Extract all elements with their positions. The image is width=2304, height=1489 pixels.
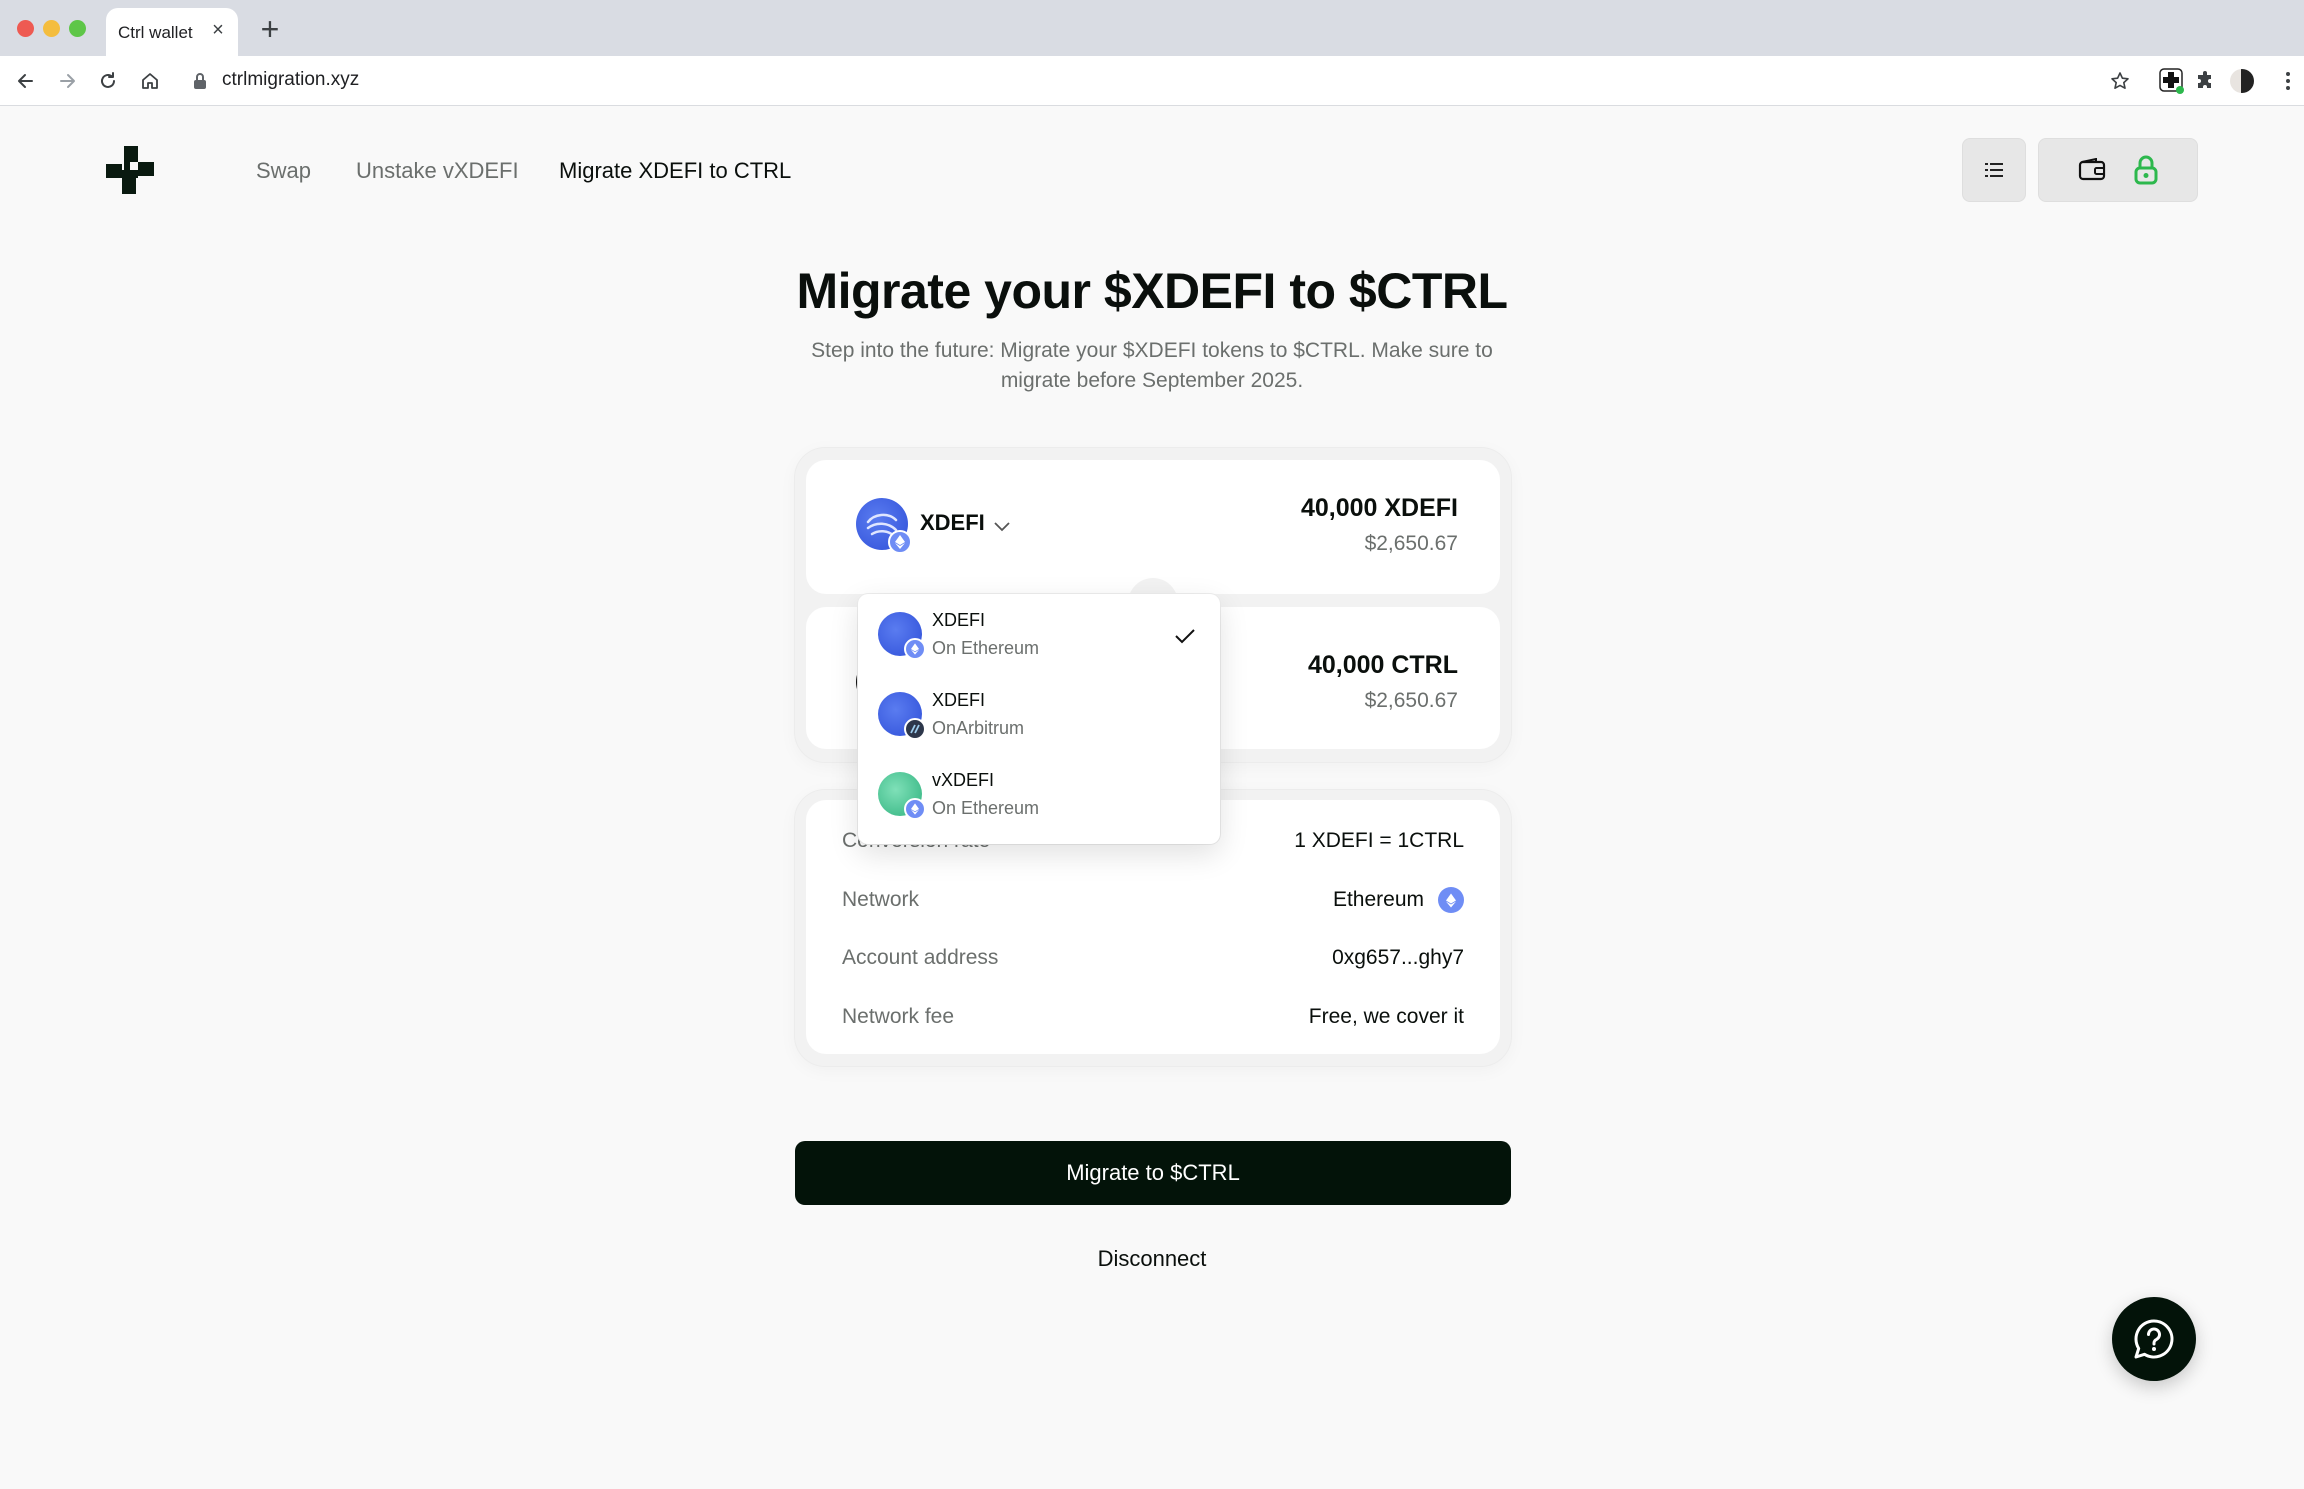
wallet-icon — [2078, 158, 2106, 181]
token-option-network: On Ethereum — [932, 798, 1040, 818]
account-address-row: Account address 0xg657...ghy7 — [842, 943, 1464, 973]
ethereum-badge-icon — [904, 638, 926, 660]
window-close-button[interactable] — [17, 20, 34, 37]
tab-close-icon[interactable]: × — [206, 18, 230, 42]
account-address-value: 0xg657...ghy7 — [1332, 946, 1464, 969]
conversion-rate-value: 1 XDEFI = 1CTRL — [1294, 829, 1464, 852]
bookmark-star-icon[interactable] — [2106, 67, 2134, 95]
token-option-name: XDEFI — [932, 690, 986, 710]
token-selector[interactable]: XDEFI — [914, 506, 1014, 542]
page-subtitle: Step into the future: Migrate your $XDEF… — [811, 339, 1493, 392]
ethereum-icon — [1438, 887, 1464, 913]
address-bar-url[interactable]: ctrlmigration.xyz — [222, 69, 359, 91]
activity-list-button[interactable] — [1962, 138, 2026, 202]
unlocked-lock-icon — [2134, 155, 2158, 185]
window-minimize-button[interactable] — [43, 20, 60, 37]
wallet-button[interactable] — [2038, 138, 2198, 202]
migrate-button[interactable]: Migrate to $CTRL — [795, 1141, 1511, 1205]
token-option-network: On Ethereum — [932, 638, 1040, 658]
profile-avatar[interactable] — [2228, 67, 2256, 95]
from-usd-value: $2,650.67 — [1364, 532, 1458, 555]
token-option-name: XDEFI — [932, 610, 986, 630]
checkmark-icon — [1175, 629, 1195, 644]
chevron-down-icon — [994, 522, 1010, 532]
token-option-xdefi-arbitrum[interactable]: XDEFI OnArbitrum — [858, 676, 1220, 748]
ctrl-extension-icon[interactable] — [2158, 67, 2186, 95]
ethereum-badge-icon — [904, 798, 926, 820]
disconnect-link[interactable]: Disconnect — [1098, 1246, 1207, 1271]
from-amount: 40,000 XDEFI — [1300, 494, 1458, 522]
token-option-name: vXDEFI — [932, 770, 995, 790]
ethereum-badge-icon — [888, 530, 912, 554]
network-value: Ethereum — [1332, 888, 1424, 911]
nav-migrate[interactable]: Migrate XDEFI to CTRL — [559, 158, 791, 184]
ctrl-logo-icon[interactable] — [104, 144, 156, 196]
browser-tab[interactable]: Ctrl wallet × — [106, 8, 238, 56]
network-fee-row: Network fee Free, we cover it — [842, 1002, 1464, 1032]
nav-swap[interactable]: Swap — [256, 158, 311, 184]
network-fee-value: Free, we cover it — [1308, 1005, 1464, 1028]
browser-menu-icon[interactable] — [2274, 67, 2302, 95]
from-token-panel — [806, 460, 1500, 594]
token-dropdown-menu: XDEFI On Ethereum XDEFI OnArbitrum vXDEF… — [858, 594, 1220, 844]
page-title: Migrate your $XDEFI to $CTRL — [796, 263, 1508, 319]
list-icon — [1985, 163, 2003, 177]
arbitrum-badge-icon — [904, 718, 926, 740]
window-maximize-button[interactable] — [69, 20, 86, 37]
help-question-icon — [2134, 1319, 2174, 1359]
token-option-xdefi-ethereum[interactable]: XDEFI On Ethereum — [858, 596, 1220, 668]
puzzle-extensions-icon[interactable] — [2192, 67, 2220, 95]
tab-title: Ctrl wallet — [118, 23, 193, 42]
forward-arrow-icon[interactable] — [53, 67, 81, 95]
network-row: Network Ethereum — [842, 885, 1464, 915]
token-option-vxdefi-ethereum[interactable]: vXDEFI On Ethereum — [858, 756, 1220, 828]
network-label: Network — [842, 888, 920, 911]
browser-toolbar: ctrlmigration.xyz — [0, 56, 2304, 106]
nav-unstake-vxdefi[interactable]: Unstake vXDEFI — [356, 158, 519, 184]
account-address-label: Account address — [842, 946, 999, 969]
selected-token-name: XDEFI — [920, 510, 985, 535]
home-icon[interactable] — [136, 67, 164, 95]
lock-icon[interactable] — [193, 72, 209, 90]
new-tab-button[interactable]: + — [254, 13, 286, 46]
reload-icon[interactable] — [94, 67, 122, 95]
network-fee-label: Network fee — [842, 1005, 955, 1028]
back-arrow-icon[interactable] — [12, 67, 40, 95]
browser-tab-bar: Ctrl wallet × + — [0, 0, 2304, 56]
token-option-network: OnArbitrum — [932, 718, 1025, 738]
help-button[interactable] — [2112, 1297, 2196, 1381]
